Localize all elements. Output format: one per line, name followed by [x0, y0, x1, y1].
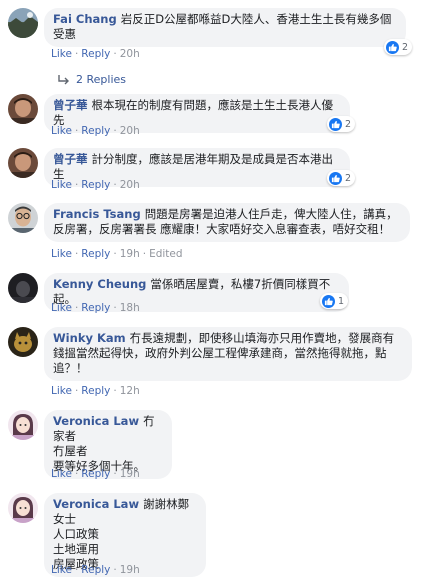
- comment-author[interactable]: 曾子華: [53, 152, 88, 166]
- comment-author[interactable]: Veronica Law: [53, 497, 139, 511]
- comment-actions: Like · Reply · 18h: [51, 301, 140, 315]
- separator: ·: [113, 564, 117, 576]
- comment-time[interactable]: 19h: [120, 468, 140, 480]
- comment-bubble: Fai Chang 岩反正D公屋都喺益D大陸人、香港土生土長有幾多個受惠: [44, 8, 406, 47]
- separator: ·: [113, 179, 117, 191]
- comment-author[interactable]: Francis Tsang: [53, 207, 141, 221]
- separator: ·: [74, 179, 79, 191]
- reply-link[interactable]: Reply: [81, 179, 110, 191]
- comment-time[interactable]: 19h: [120, 248, 140, 260]
- reaction-number: 2: [402, 41, 409, 53]
- reaction-count[interactable]: 2: [384, 39, 413, 55]
- comment-author[interactable]: Winky Kam: [53, 331, 126, 345]
- comment-actions: Like · Reply · 19h: [51, 467, 140, 481]
- like-link[interactable]: Like: [51, 125, 72, 137]
- reply-link[interactable]: Reply: [81, 564, 110, 576]
- reply-link[interactable]: Reply: [81, 248, 110, 260]
- like-reaction-icon: [329, 117, 342, 131]
- replies-count: 2 Replies: [76, 73, 127, 86]
- comment-author[interactable]: Fai Chang: [53, 12, 117, 26]
- separator: ·: [74, 564, 79, 576]
- separator: ·: [113, 48, 117, 60]
- avatar[interactable]: [8, 203, 38, 233]
- separator: ·: [74, 302, 79, 314]
- like-link[interactable]: Like: [51, 468, 72, 480]
- reaction-number: 2: [345, 118, 352, 130]
- like-reaction-icon: [322, 294, 335, 308]
- like-link[interactable]: Like: [51, 385, 72, 397]
- like-reaction-icon: [386, 40, 399, 54]
- comment-time[interactable]: 20h: [120, 48, 140, 60]
- separator: ·: [113, 385, 117, 397]
- comment-actions: Like · Reply · 12h: [51, 384, 140, 398]
- reply-arrow-icon: [58, 74, 69, 84]
- separator: ·: [142, 248, 147, 260]
- reply-link[interactable]: Reply: [81, 468, 110, 480]
- separator: ·: [74, 48, 79, 60]
- like-link[interactable]: Like: [51, 248, 72, 260]
- avatar[interactable]: [8, 410, 38, 440]
- comment-actions: Like · Reply · 19h: [51, 563, 140, 577]
- like-link[interactable]: Like: [51, 179, 72, 191]
- comment-bubble: Francis Tsang 問題是房署是迫港人住戶走，俾大陸人住，講真，反房署，反…: [44, 203, 410, 242]
- comment-author[interactable]: Kenny Cheung: [53, 277, 146, 291]
- avatar[interactable]: [8, 8, 38, 38]
- comment-text: 根本現在的制度有問題，應該是土生土長港人優先: [53, 98, 333, 127]
- reaction-number: 2: [345, 172, 352, 184]
- comment-time[interactable]: 20h: [120, 125, 140, 137]
- reply-link[interactable]: Reply: [81, 385, 110, 397]
- comment-bubble: Winky Kam 冇長遠規劃，即使移山填海亦只用作賣地，發展商有錢搵當然起得快，…: [44, 327, 412, 381]
- avatar[interactable]: [8, 493, 38, 523]
- comment-time[interactable]: 20h: [120, 179, 140, 191]
- comment-actions: Like · Reply · 20h: [51, 124, 140, 138]
- view-replies-link[interactable]: 2 Replies: [58, 73, 126, 86]
- reply-link[interactable]: Reply: [81, 125, 110, 137]
- separator: ·: [74, 125, 79, 137]
- separator: ·: [113, 468, 117, 480]
- comment-actions: Like · Reply · 20h: [51, 178, 140, 192]
- avatar[interactable]: [8, 327, 38, 357]
- comment-actions: Like · Reply · 19h · Edited: [51, 247, 183, 261]
- reaction-count[interactable]: 2: [327, 170, 356, 186]
- separator: ·: [74, 468, 79, 480]
- reaction-number: 1: [338, 295, 345, 307]
- comment-author[interactable]: 曾子華: [53, 98, 88, 112]
- reply-link[interactable]: Reply: [81, 302, 110, 314]
- like-reaction-icon: [329, 171, 342, 185]
- comment-text: 計分制度，應該是居港年期及是成員是否本港出生: [53, 152, 333, 181]
- reaction-count[interactable]: 1: [320, 293, 349, 309]
- avatar[interactable]: [8, 94, 38, 124]
- edited-label[interactable]: Edited: [149, 248, 182, 260]
- comment-time[interactable]: 19h: [120, 564, 140, 576]
- like-link[interactable]: Like: [51, 48, 72, 60]
- comment-author[interactable]: Veronica Law: [53, 414, 139, 428]
- separator: ·: [113, 248, 117, 260]
- comment-time[interactable]: 12h: [120, 385, 140, 397]
- avatar[interactable]: [8, 148, 38, 178]
- reply-link[interactable]: Reply: [81, 48, 110, 60]
- reaction-count[interactable]: 2: [327, 116, 356, 132]
- comment-time[interactable]: 18h: [120, 302, 140, 314]
- comment-actions: Like · Reply · 20h: [51, 47, 140, 61]
- separator: ·: [113, 302, 117, 314]
- separator: ·: [113, 125, 117, 137]
- separator: ·: [74, 248, 79, 260]
- like-link[interactable]: Like: [51, 302, 72, 314]
- separator: ·: [74, 385, 79, 397]
- like-link[interactable]: Like: [51, 564, 72, 576]
- avatar[interactable]: [8, 273, 38, 303]
